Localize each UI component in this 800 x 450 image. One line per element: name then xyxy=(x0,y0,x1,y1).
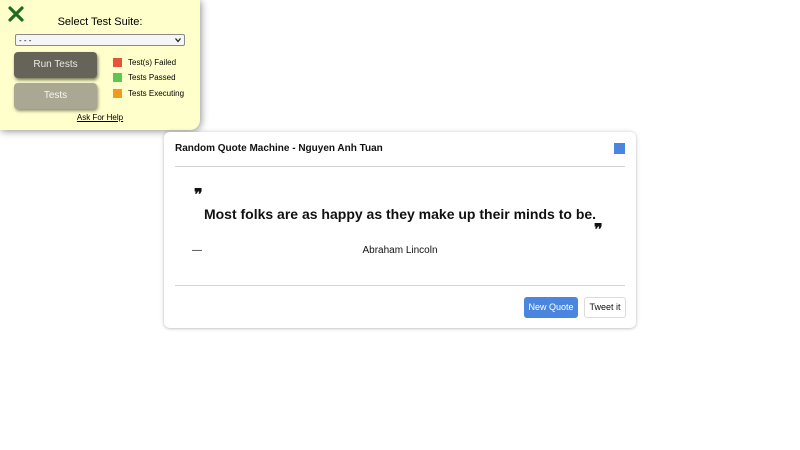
card-title: Random Quote Machine - Nguyen Anh Tuan xyxy=(175,143,383,154)
test-suite-panel: Select Test Suite: - - - Run Tests Tests… xyxy=(0,0,200,130)
test-status-legend: Test(s) Failed Tests Passed Tests Execut… xyxy=(113,57,184,104)
quote-card: Random Quote Machine - Nguyen Anh Tuan ❞… xyxy=(164,132,636,328)
passed-swatch xyxy=(113,73,122,83)
new-quote-button[interactable]: New Quote xyxy=(524,297,578,318)
quote-author: Abraham Lincoln xyxy=(362,245,438,256)
close-quote-icon: ❞ xyxy=(594,222,603,239)
legend-item-failed: Test(s) Failed xyxy=(113,57,184,67)
legend-label-executing: Tests Executing xyxy=(128,88,185,98)
test-suite-select[interactable]: - - - xyxy=(15,34,185,46)
executing-swatch xyxy=(113,88,122,98)
ask-for-help-link[interactable]: Ask For Help xyxy=(0,113,200,122)
theme-color-square xyxy=(614,143,625,154)
tests-button[interactable]: Tests xyxy=(14,83,97,109)
legend-item-passed: Tests Passed xyxy=(113,73,184,83)
legend-label-passed: Tests Passed xyxy=(128,73,176,83)
legend-item-executing: Tests Executing xyxy=(113,88,184,98)
quote-text: Most folks are as happy as they make up … xyxy=(203,206,597,222)
select-test-suite-label: Select Test Suite: xyxy=(57,16,143,28)
open-quote-icon: ❞ xyxy=(194,187,203,204)
header-divider xyxy=(175,166,625,167)
run-tests-button[interactable]: Run Tests xyxy=(14,52,97,78)
test-suite-select-value: - - - xyxy=(19,36,32,45)
legend-label-failed: Test(s) Failed xyxy=(128,57,177,67)
chevron-down-icon xyxy=(175,38,181,43)
footer-divider xyxy=(175,285,625,286)
tweet-button[interactable]: Tweet it xyxy=(584,297,626,318)
failed-swatch xyxy=(113,57,122,67)
